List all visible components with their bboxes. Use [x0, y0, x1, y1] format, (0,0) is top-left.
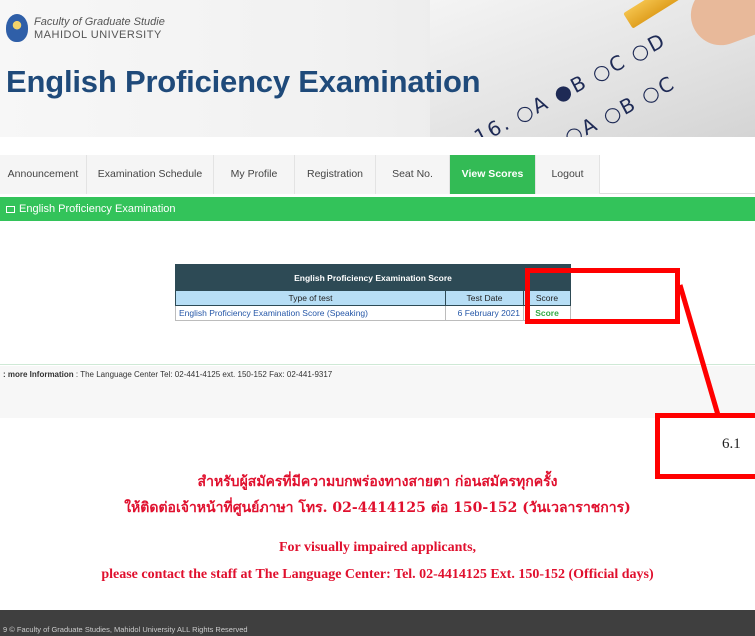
annotation-label: 6.1 [722, 436, 741, 452]
nav-announcement[interactable]: Announcement [0, 155, 87, 194]
section-title: English Proficiency Examination [19, 203, 176, 215]
footer: 9 © Faculty of Graduate Studies, Mahidol… [0, 610, 755, 636]
annotation-highlight-box [525, 268, 680, 324]
notice-english-line-2: please contact the staff at The Language… [101, 567, 654, 582]
header-type-of-test: Type of test [175, 290, 446, 306]
nav-view-scores[interactable]: View Scores [450, 155, 536, 194]
main-nav: Announcement Examination Schedule My Pro… [0, 155, 755, 194]
score-table: English Proficiency Examination Score Ty… [175, 264, 571, 321]
nav-registration[interactable]: Registration [295, 155, 376, 194]
section-header: English Proficiency Examination [0, 197, 755, 221]
info-text: : The Language Center Tel: 02-441-4125 e… [75, 370, 333, 379]
site-title: English Proficiency Examination [6, 64, 481, 99]
nav-logout[interactable]: Logout [536, 155, 600, 194]
nav-seat-no[interactable]: Seat No. [376, 155, 450, 194]
header-banner: 16. ○A ●B ○C ○D ○A ○B ○C Faculty of Grad… [0, 0, 755, 137]
university-logo [6, 14, 28, 42]
table-row: English Proficiency Examination Score (S… [175, 305, 571, 321]
info-bar: : more Information : The Language Center… [0, 366, 755, 418]
nav-my-profile[interactable]: My Profile [214, 155, 295, 194]
notice-english-line-1: For visually impaired applicants, [278, 540, 477, 555]
score-table-caption: English Proficiency Examination Score [175, 264, 571, 291]
header-test-date: Test Date [445, 290, 524, 306]
footer-copyright: 9 © Faculty of Graduate Studies, Mahidol… [3, 625, 248, 634]
notice-thai-line-2: ให้ติดต่อเจ้าหน้าที่ศูนย์ภาษา โทร. 02-44… [124, 500, 631, 516]
divider [0, 364, 755, 365]
faculty-name: Faculty of Graduate Studie [34, 16, 165, 28]
university-name: MAHIDOL UNIVERSITY [34, 29, 162, 41]
info-label: : more Information [3, 370, 74, 379]
notice-thai-line-1: สำหรับผู้สมัครที่มีความบกพร่องทางสายตา ก… [197, 474, 558, 490]
cell-test-type: English Proficiency Examination Score (S… [175, 305, 446, 321]
nav-examination-schedule[interactable]: Examination Schedule [87, 155, 214, 194]
section-list-icon [6, 206, 15, 213]
cell-test-date: 6 February 2021 [445, 305, 524, 321]
